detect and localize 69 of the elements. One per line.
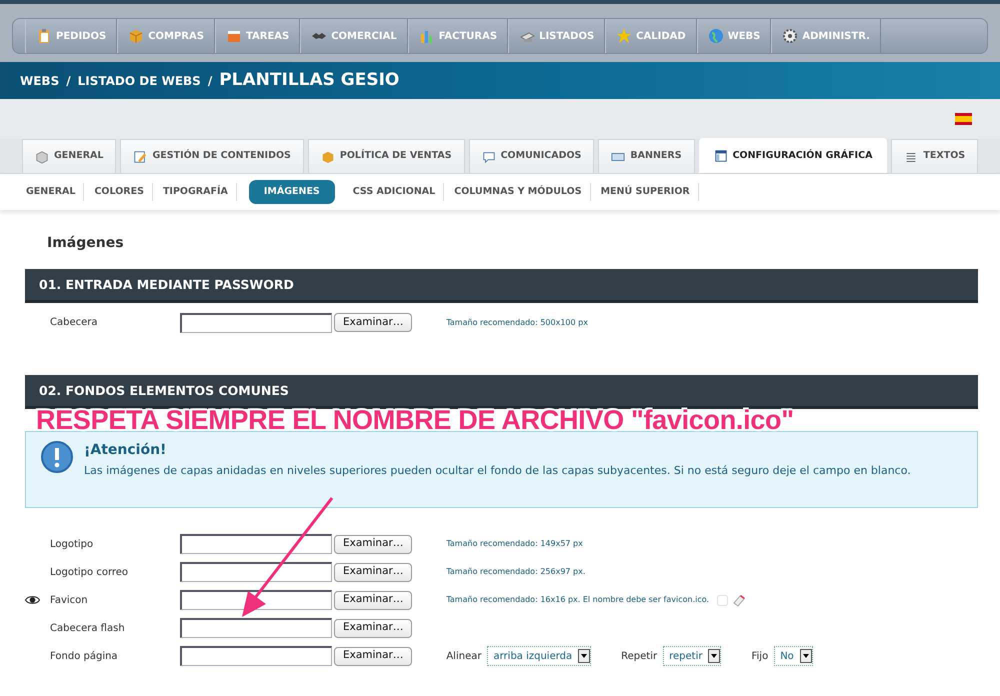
layout-icon xyxy=(714,149,728,163)
subtab[interactable]: GENERAL xyxy=(18,183,84,201)
subtab[interactable]: COLORES xyxy=(86,183,153,201)
field-label: Favicon xyxy=(50,594,89,608)
browse-button[interactable]: Examinar… xyxy=(334,646,412,666)
star-icon xyxy=(616,28,632,44)
section-heading: Imágenes xyxy=(47,235,125,252)
file-path-field[interactable] xyxy=(180,618,332,638)
browse-button[interactable]: Examinar… xyxy=(334,590,412,610)
subtab[interactable]: CSS ADICIONAL xyxy=(344,183,444,201)
select-label: Fijo xyxy=(751,650,768,664)
tab[interactable]: GESTIÓN DE CONTENIDOS xyxy=(120,139,304,173)
alert-title: ¡Atención! xyxy=(84,440,168,460)
eraser-icon[interactable] xyxy=(732,593,746,608)
clipboard-icon xyxy=(36,28,52,44)
section-header: 01. ENTRADA MEDIANTE PASSWORD xyxy=(25,268,978,303)
browse-button[interactable]: Examinar… xyxy=(334,618,412,638)
tab[interactable]: TEXTOS xyxy=(891,139,978,173)
subtab[interactable]: MENÚ SUPERIOR xyxy=(592,183,699,201)
edit-icon xyxy=(133,150,148,164)
size-hint: Tamaño recomendado: 149x57 px xyxy=(446,538,583,550)
page-title: PLANTILLAS GESIO xyxy=(219,70,400,91)
exclamation-icon xyxy=(40,440,74,474)
browse-button[interactable]: Examinar… xyxy=(334,313,412,332)
alert-text: Las imágenes de capas anidadas en niveles superiores pueden ocultar el fondo de las capas subyacentes. Si no está seguro deje el campo en blanco. xyxy=(84,462,911,479)
gear-icon xyxy=(782,28,798,44)
file-path-field[interactable] xyxy=(180,590,332,610)
select-label: Repetir xyxy=(621,650,658,664)
section-header: 02. FONDOS ELEMENTOS COMUNES xyxy=(25,374,978,409)
subtab[interactable]: IMÁGENES xyxy=(248,180,335,204)
field-label: Cabecera flash xyxy=(50,622,126,636)
box-icon xyxy=(128,28,144,44)
file-path-field[interactable] xyxy=(180,562,332,582)
file-path-field[interactable] xyxy=(180,312,332,333)
tab[interactable]: BANNERS xyxy=(598,139,695,173)
breadcrumb-link[interactable]: LISTADO DE WEBS xyxy=(78,72,201,90)
delete-checkbox[interactable] xyxy=(717,594,728,606)
tab[interactable]: CONFIGURACIÓN GRÁFICA xyxy=(698,138,888,173)
browse-button[interactable]: Examinar… xyxy=(334,534,412,554)
breadcrumb-separator: / xyxy=(208,72,212,90)
subtab[interactable]: COLUMNAS Y MÓDULOS xyxy=(446,183,591,201)
browse-button[interactable]: Examinar… xyxy=(334,562,412,582)
flag-icon[interactable] xyxy=(955,113,972,125)
field-label: Logotipo xyxy=(50,538,94,552)
field-label: Fondo página xyxy=(50,650,119,664)
globe-icon xyxy=(708,28,724,44)
file-path-field[interactable] xyxy=(180,534,332,554)
tab[interactable]: COMUNICADOS xyxy=(468,139,594,173)
box-icon xyxy=(320,150,335,164)
tab[interactable]: GENERAL xyxy=(22,139,116,173)
select-dropdown[interactable]: arriba izquierda xyxy=(487,646,592,666)
file-path-field[interactable] xyxy=(180,646,332,666)
field-label: Cabecera xyxy=(50,316,98,330)
subtab[interactable]: TIPOGRAFÍA xyxy=(154,183,237,201)
select-label: Alinear xyxy=(446,650,482,664)
box-icon xyxy=(226,28,242,44)
cube-icon xyxy=(35,150,49,164)
size-hint: Tamaño recomendado: 500x100 px xyxy=(446,316,588,329)
bar-chart-icon xyxy=(418,28,435,44)
select-dropdown[interactable]: repetir xyxy=(663,646,722,666)
breadcrumb-separator: / xyxy=(66,72,71,90)
speech-bubble-icon xyxy=(482,150,496,164)
breadcrumb-link[interactable]: WEBS xyxy=(20,72,60,90)
eye-icon[interactable] xyxy=(25,595,40,606)
size-hint: Tamaño recomendado: 16x16 px. El nombre debe ser favicon.ico. xyxy=(446,594,710,606)
select-dropdown[interactable]: No xyxy=(774,646,813,666)
field-label: Logotipo correo xyxy=(50,566,130,580)
size-hint: Tamaño recomendado: 256x97 px. xyxy=(446,566,586,578)
tab[interactable]: POLÍTICA DE VENTAS xyxy=(308,139,465,173)
